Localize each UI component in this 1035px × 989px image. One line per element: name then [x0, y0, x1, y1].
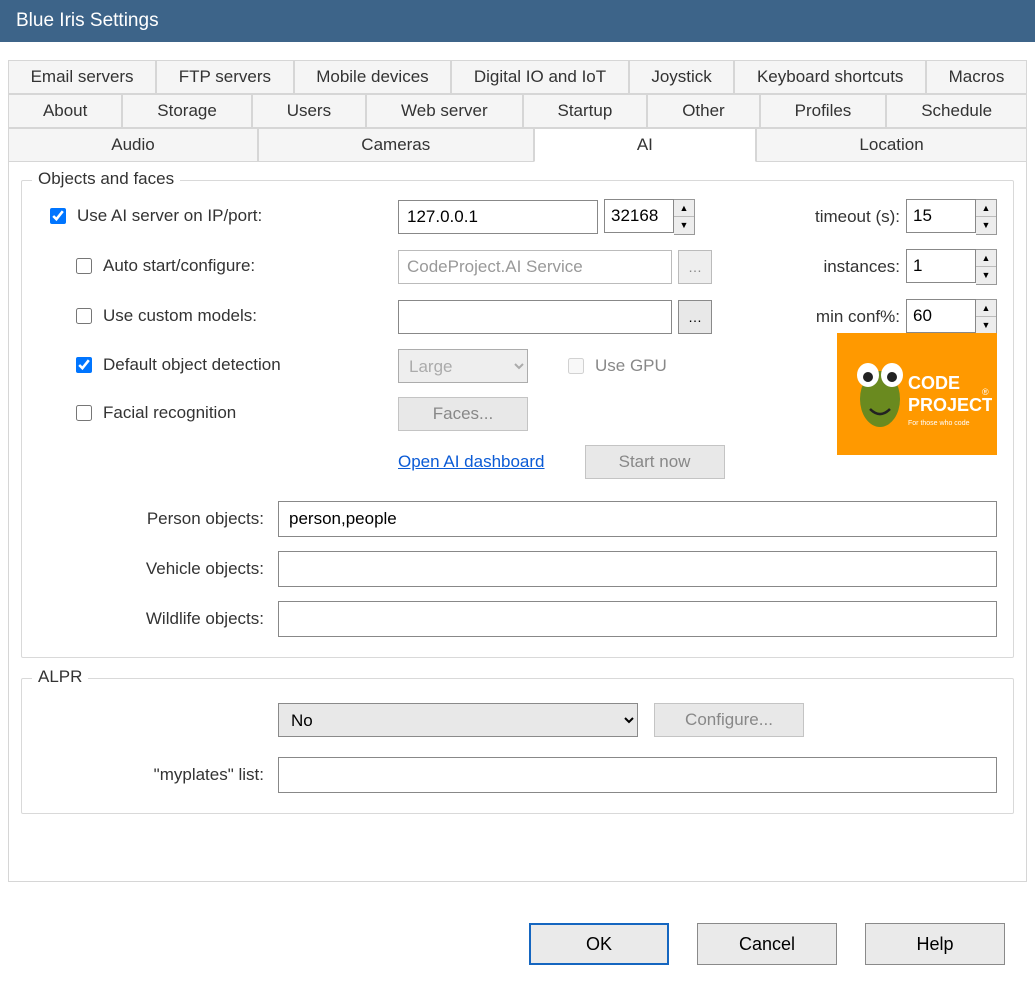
- tab-macros[interactable]: Macros: [926, 60, 1027, 94]
- custom-models-text: Use custom models:: [103, 306, 257, 326]
- use-ai-server-checkbox-label[interactable]: Use AI server on IP/port:: [46, 205, 262, 227]
- group-alpr: ALPR No Configure... "myplates" list:: [21, 678, 1014, 814]
- tab-schedule[interactable]: Schedule: [886, 94, 1027, 128]
- min-conf-input[interactable]: [906, 299, 976, 333]
- vehicle-objects-label: Vehicle objects:: [38, 559, 278, 579]
- timeout-spin-down-icon[interactable]: ▼: [976, 217, 996, 234]
- service-name-input: [398, 250, 672, 284]
- tab-mobile-devices[interactable]: Mobile devices: [294, 60, 452, 94]
- auto-start-checkbox-label[interactable]: Auto start/configure:: [72, 255, 255, 277]
- ai-ip-input[interactable]: [398, 200, 598, 234]
- tab-row-2: About Storage Users Web server Startup O…: [8, 94, 1027, 128]
- myplates-input[interactable]: [278, 757, 997, 793]
- group-objects-and-faces: Objects and faces Use AI server on IP/po…: [21, 180, 1014, 658]
- open-ai-dashboard-link[interactable]: Open AI dashboard: [398, 452, 545, 472]
- person-objects-input[interactable]: [278, 501, 997, 537]
- service-browse-button: …: [678, 250, 712, 284]
- svg-text:®: ®: [982, 387, 989, 397]
- use-gpu-checkbox: [568, 358, 584, 374]
- tab-panel-ai: Objects and faces Use AI server on IP/po…: [8, 162, 1027, 882]
- min-conf-spin-up-icon[interactable]: ▲: [976, 300, 996, 317]
- svg-text:CODE: CODE: [908, 373, 960, 393]
- facial-recognition-checkbox-label[interactable]: Facial recognition: [72, 402, 236, 424]
- wildlife-objects-label: Wildlife objects:: [38, 609, 278, 629]
- port-spinner[interactable]: ▲ ▼: [674, 199, 695, 235]
- default-detection-text: Default object detection: [103, 355, 281, 375]
- instances-spinner[interactable]: ▲ ▼: [976, 249, 997, 285]
- vehicle-objects-input[interactable]: [278, 551, 997, 587]
- instances-spin-up-icon[interactable]: ▲: [976, 250, 996, 267]
- start-now-button: Start now: [585, 445, 725, 479]
- tabstrip: Email servers FTP servers Mobile devices…: [8, 60, 1027, 162]
- wildlife-objects-input[interactable]: [278, 601, 997, 637]
- group-objects-legend: Objects and faces: [32, 169, 180, 189]
- tab-email-servers[interactable]: Email servers: [8, 60, 156, 94]
- auto-start-checkbox[interactable]: [76, 258, 92, 274]
- min-conf-spinner[interactable]: ▲ ▼: [976, 299, 997, 335]
- tab-joystick[interactable]: Joystick: [629, 60, 735, 94]
- tab-keyboard-shortcuts[interactable]: Keyboard shortcuts: [734, 60, 926, 94]
- facial-recognition-text: Facial recognition: [103, 403, 236, 423]
- group-alpr-legend: ALPR: [32, 667, 88, 687]
- help-button[interactable]: Help: [865, 923, 1005, 965]
- svg-text:PROJECT: PROJECT: [908, 395, 992, 415]
- port-spin-up-icon[interactable]: ▲: [674, 200, 694, 217]
- instances-input[interactable]: [906, 249, 976, 283]
- tab-location[interactable]: Location: [756, 128, 1027, 162]
- tab-audio[interactable]: Audio: [8, 128, 258, 162]
- custom-models-checkbox[interactable]: [76, 308, 92, 324]
- tab-about[interactable]: About: [8, 94, 122, 128]
- custom-models-path-input[interactable]: [398, 300, 672, 334]
- tab-cameras[interactable]: Cameras: [258, 128, 534, 162]
- use-ai-server-text: Use AI server on IP/port:: [77, 206, 262, 226]
- alpr-configure-button: Configure...: [654, 703, 804, 737]
- custom-models-browse-button[interactable]: …: [678, 300, 712, 334]
- timeout-label: timeout (s):: [815, 207, 900, 227]
- min-conf-label: min conf%:: [816, 307, 900, 327]
- custom-models-checkbox-label[interactable]: Use custom models:: [72, 305, 257, 327]
- cancel-button[interactable]: Cancel: [697, 923, 837, 965]
- detection-size-select: Large: [398, 349, 528, 383]
- use-ai-server-checkbox[interactable]: [50, 208, 66, 224]
- svg-text:For those who code: For those who code: [908, 420, 970, 427]
- facial-recognition-checkbox[interactable]: [76, 405, 92, 421]
- ok-button[interactable]: OK: [529, 923, 669, 965]
- timeout-input[interactable]: [906, 199, 976, 233]
- window-titlebar: Blue Iris Settings: [0, 0, 1035, 42]
- tab-storage[interactable]: Storage: [122, 94, 251, 128]
- codeproject-logo: CODE PROJECT For those who code ®: [837, 333, 997, 455]
- min-conf-spin-down-icon[interactable]: ▼: [976, 317, 996, 334]
- tab-ftp-servers[interactable]: FTP servers: [156, 60, 293, 94]
- tab-ai[interactable]: AI: [534, 128, 757, 162]
- tab-row-3: Audio Cameras AI Location: [8, 128, 1027, 162]
- port-spin-down-icon[interactable]: ▼: [674, 217, 694, 234]
- tab-profiles[interactable]: Profiles: [760, 94, 887, 128]
- tab-digital-io-iot[interactable]: Digital IO and IoT: [451, 60, 628, 94]
- tab-other[interactable]: Other: [647, 94, 759, 128]
- dialog-footer: OK Cancel Help: [529, 923, 1005, 965]
- auto-start-text: Auto start/configure:: [103, 256, 255, 276]
- timeout-spin-up-icon[interactable]: ▲: [976, 200, 996, 217]
- myplates-label: "myplates" list:: [38, 765, 278, 785]
- use-gpu-text: Use GPU: [595, 356, 667, 376]
- instances-label: instances:: [823, 257, 900, 277]
- tab-users[interactable]: Users: [252, 94, 366, 128]
- tab-row-1: Email servers FTP servers Mobile devices…: [8, 60, 1027, 94]
- codeproject-bob-icon: CODE PROJECT For those who code ®: [842, 339, 992, 449]
- faces-button: Faces...: [398, 397, 528, 431]
- alpr-mode-select[interactable]: No: [278, 703, 638, 737]
- instances-spin-down-icon[interactable]: ▼: [976, 267, 996, 284]
- tab-startup[interactable]: Startup: [523, 94, 648, 128]
- timeout-spinner[interactable]: ▲ ▼: [976, 199, 997, 235]
- use-gpu-checkbox-label: Use GPU: [564, 355, 667, 377]
- person-objects-label: Person objects:: [38, 509, 278, 529]
- tab-web-server[interactable]: Web server: [366, 94, 523, 128]
- default-detection-checkbox[interactable]: [76, 357, 92, 373]
- ai-port-input[interactable]: [604, 199, 674, 233]
- window-body: Email servers FTP servers Mobile devices…: [0, 42, 1035, 987]
- default-detection-checkbox-label[interactable]: Default object detection: [72, 354, 281, 376]
- window-title: Blue Iris Settings: [16, 10, 159, 31]
